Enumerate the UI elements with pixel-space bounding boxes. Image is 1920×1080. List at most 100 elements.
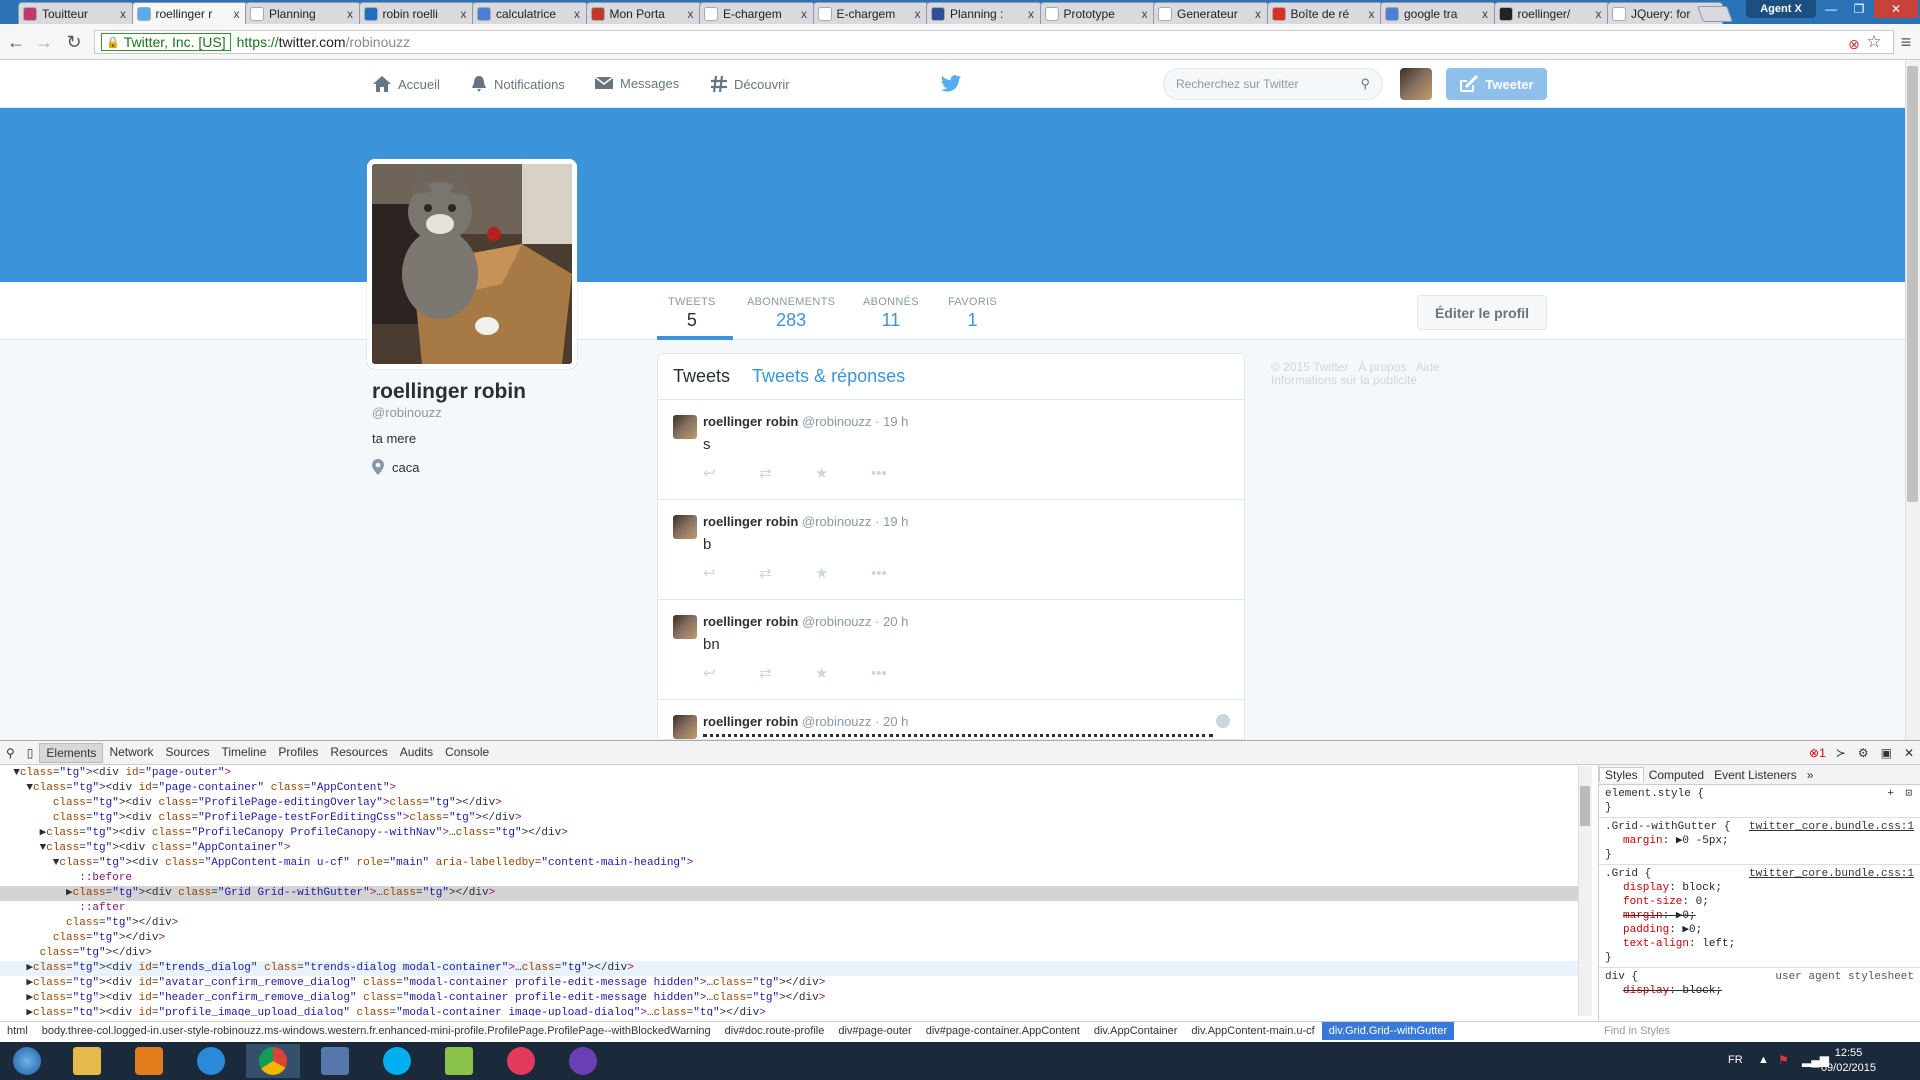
page-scrollbar-thumb[interactable] <box>1907 66 1918 502</box>
more-icon[interactable]: ••• <box>871 465 927 482</box>
css-property[interactable]: text-align: left; <box>1605 937 1914 951</box>
browser-tab[interactable]: Planning : x <box>926 2 1042 24</box>
tab-close-icon[interactable]: x <box>912 7 924 21</box>
css-property-value[interactable]: block; <box>1682 985 1722 997</box>
css-property-value[interactable]: ▶0 -5px; <box>1676 835 1729 847</box>
tweet-item[interactable]: roellinger robin @robinouzz · 20 h bn ↩ … <box>658 600 1244 700</box>
devtools-tab[interactable]: Elements <box>39 742 104 763</box>
twitter-search-input[interactable]: Recherchez sur Twitter ⚲ <box>1163 68 1383 100</box>
css-property[interactable]: margin: ▶0; <box>1605 909 1914 923</box>
tab-close-icon[interactable]: x <box>1593 7 1605 21</box>
breadcrumb-item[interactable]: div.AppContainer <box>1087 1025 1185 1037</box>
favorite-icon[interactable]: ★ <box>815 464 871 482</box>
stat-favorites[interactable]: FAVORIS 1 <box>948 296 997 331</box>
tweet-timestamp[interactable]: · 19 h <box>875 414 908 429</box>
dom-scrollbar-thumb[interactable] <box>1580 786 1590 826</box>
app-cat-icon[interactable] <box>556 1044 610 1078</box>
retweet-icon[interactable]: ⇄ <box>759 464 815 482</box>
favorite-icon[interactable]: ★ <box>815 664 871 682</box>
css-property-value[interactable]: 0; <box>1696 896 1709 908</box>
browser-tab[interactable]: google tra x <box>1380 2 1496 24</box>
tab-close-icon[interactable]: x <box>685 7 697 21</box>
console-drawer-icon[interactable]: ≻ <box>1830 744 1852 762</box>
tweet-avatar[interactable] <box>673 515 697 539</box>
chrome-icon[interactable] <box>246 1044 300 1078</box>
breadcrumb-item[interactable]: div#page-container.AppContent <box>919 1025 1087 1037</box>
css-property-value[interactable]: left; <box>1702 938 1735 950</box>
start-button[interactable] <box>0 1044 54 1078</box>
minimize-icon[interactable]: — <box>1818 0 1844 18</box>
devtools-tab[interactable]: Profiles <box>272 743 324 763</box>
skype-icon[interactable] <box>370 1044 424 1078</box>
nav-notifications[interactable]: Notifications <box>470 75 565 93</box>
css-property-value[interactable]: ▶0; <box>1682 924 1702 936</box>
devtools-tab[interactable]: Sources <box>159 743 215 763</box>
nav-home[interactable]: Accueil <box>372 75 440 93</box>
reply-icon[interactable]: ↩ <box>703 664 759 682</box>
tweet-item[interactable]: roellinger robin @robinouzz · 19 h b ↩ ⇄… <box>658 500 1244 600</box>
settings-icon[interactable]: ⚙ <box>1852 744 1875 762</box>
more-icon[interactable]: ••• <box>871 665 927 682</box>
internet-explorer-icon[interactable] <box>184 1044 238 1078</box>
tweet-author-handle[interactable]: @robinouzz <box>802 414 872 429</box>
tweet-avatar[interactable] <box>673 715 697 739</box>
footer-help[interactable]: Aide <box>1416 360 1440 374</box>
action-center-icon[interactable]: ⚑ <box>1778 1053 1789 1067</box>
tab-close-icon[interactable]: x <box>458 7 470 21</box>
devtools-close-icon[interactable]: ✕ <box>1898 744 1920 762</box>
tab-close-icon[interactable]: x <box>1366 7 1378 21</box>
css-property-name[interactable]: display <box>1623 882 1669 894</box>
browser-tab[interactable]: Mon Porta x <box>585 2 702 24</box>
element-style-rule[interactable]: element.style { } + ⊡ <box>1599 785 1920 818</box>
dom-node-line[interactable]: ▼class="tg"><div id="page-container" cla… <box>0 781 1578 796</box>
nav-messages[interactable]: Messages <box>594 75 679 91</box>
nav-discover[interactable]: Découvrir <box>710 75 790 93</box>
devtools-tab[interactable]: Network <box>103 743 159 763</box>
tweet-item[interactable]: roellinger robin @robinouzz · 19 h s ↩ ⇄… <box>658 400 1244 500</box>
tweet-timestamp[interactable]: · 20 h <box>875 614 908 629</box>
tab-tweets-replies[interactable]: Tweets & réponses <box>752 366 905 387</box>
dom-node-line[interactable]: ▶class="tg"><div class="Grid Grid--withG… <box>0 886 1578 901</box>
media-player-icon[interactable] <box>122 1044 176 1078</box>
browser-tab[interactable]: Planning x <box>245 2 361 24</box>
tab-close-icon[interactable]: x <box>231 7 243 21</box>
system-clock[interactable]: 12:55 09/02/2015 <box>1821 1046 1876 1076</box>
css-property-name[interactable]: margin <box>1623 835 1663 847</box>
browser-tab[interactable]: E-chargem x <box>699 2 815 24</box>
toggle-state-icon[interactable]: ⊡ <box>1905 787 1912 801</box>
tweet-timestamp[interactable]: · 20 h <box>875 714 908 729</box>
nav-avatar[interactable] <box>1400 68 1432 100</box>
stat-following[interactable]: ABONNEMENTS 283 <box>747 296 835 331</box>
breadcrumb-item[interactable]: div.Grid.Grid--withGutter <box>1321 1022 1455 1040</box>
footer-ads-info[interactable]: Informations sur la publicité <box>1271 373 1417 387</box>
new-rule-icon[interactable]: + <box>1887 787 1894 801</box>
dom-node-line[interactable]: ▼class="tg"><div class="AppContent-main … <box>0 856 1578 871</box>
browser-tab[interactable]: roellinger/x <box>1493 2 1610 24</box>
devtools-tab[interactable]: Audits <box>394 743 439 763</box>
maximize-icon[interactable]: ❐ <box>1846 0 1872 18</box>
css-property[interactable]: display: block; <box>1605 984 1914 998</box>
browser-tab[interactable]: Boîte de ré x <box>1266 2 1383 24</box>
tab-tweets[interactable]: Tweets <box>673 366 730 387</box>
dom-tree[interactable]: ▼class="tg"><div id="page-outer"> ▼class… <box>0 766 1578 1016</box>
footer-about[interactable]: À propos <box>1358 360 1406 374</box>
browser-tab[interactable]: robin roelli x <box>358 2 475 24</box>
browser-tab[interactable]: E-chargem x <box>812 2 929 24</box>
language-indicator[interactable]: FR <box>1728 1054 1743 1066</box>
back-icon[interactable]: ← <box>6 32 26 52</box>
dom-node-line[interactable]: class="tg"></div> <box>0 916 1578 931</box>
css-property-name[interactable]: font-size <box>1623 896 1682 908</box>
tweet-item[interactable]: roellinger robin @robinouzz · 20 h <box>658 700 1244 739</box>
css-property-name[interactable]: margin <box>1623 910 1663 922</box>
profile-name[interactable]: roellinger robin <box>372 380 526 404</box>
window-close-icon[interactable]: ✕ <box>1874 0 1918 18</box>
browser-tab[interactable]: Generateur x <box>1153 2 1269 24</box>
itunes-icon[interactable] <box>494 1044 548 1078</box>
favorite-icon[interactable]: ★ <box>815 564 871 582</box>
css-property-name[interactable]: padding <box>1623 924 1669 936</box>
browser-tab[interactable]: Touitteur x <box>18 2 134 24</box>
tweet-author-name[interactable]: roellinger robin <box>703 614 798 629</box>
retweet-icon[interactable]: ⇄ <box>759 664 815 682</box>
styles-tab[interactable]: Event Listeners <box>1709 768 1802 782</box>
device-mode-icon[interactable]: ▯ <box>21 744 40 762</box>
